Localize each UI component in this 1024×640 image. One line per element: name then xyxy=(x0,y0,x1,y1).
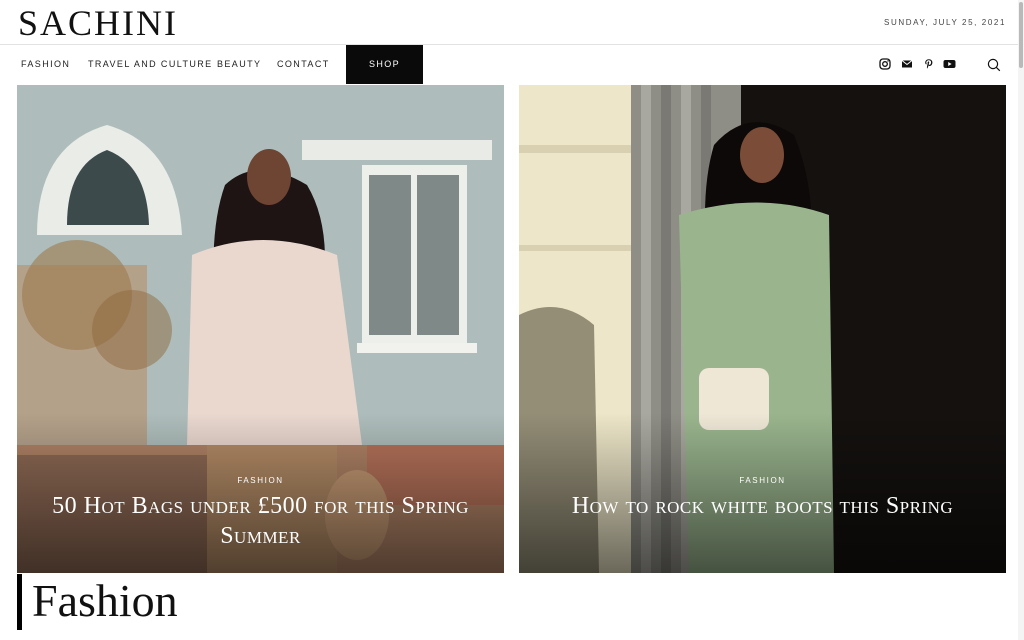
instagram-icon[interactable] xyxy=(879,58,893,72)
nav-item-contact[interactable]: CONTACT xyxy=(277,45,330,84)
section-accent-bar xyxy=(17,574,22,630)
site-logo[interactable]: SACHINI xyxy=(18,2,178,44)
scrollbar-thumb[interactable] xyxy=(1019,2,1023,68)
pinterest-icon[interactable] xyxy=(923,58,937,72)
nav-item-fashion[interactable]: FASHION xyxy=(21,45,70,84)
nav-item-beauty[interactable]: BEAUTY xyxy=(217,45,261,84)
site-header: SACHINI SUNDAY, JULY 25, 2021 xyxy=(0,0,1018,45)
featured-post-card[interactable]: FASHION 50 Hot Bags under £500 for this … xyxy=(17,85,504,573)
nav-item-travel-and-culture[interactable]: TRAVEL AND CULTURE xyxy=(88,45,213,84)
card-category[interactable]: FASHION xyxy=(17,476,504,485)
youtube-icon[interactable] xyxy=(943,58,957,72)
featured-post-card[interactable]: FASHION How to rock white boots this Spr… xyxy=(519,85,1006,573)
page-scrollbar[interactable] xyxy=(1018,0,1024,640)
card-title[interactable]: How to rock white boots this Spring xyxy=(539,491,986,521)
main-nav: FASHION TRAVEL AND CULTURE BEAUTY CONTAC… xyxy=(0,45,1018,84)
section-heading[interactable]: Fashion xyxy=(32,574,178,627)
email-icon[interactable] xyxy=(901,58,915,72)
current-date: SUNDAY, JULY 25, 2021 xyxy=(884,18,1006,27)
nav-item-shop[interactable]: SHOP xyxy=(346,45,423,84)
search-icon[interactable] xyxy=(987,58,1001,72)
card-title[interactable]: 50 Hot Bags under £500 for this Spring S… xyxy=(37,491,484,551)
card-category[interactable]: FASHION xyxy=(519,476,1006,485)
